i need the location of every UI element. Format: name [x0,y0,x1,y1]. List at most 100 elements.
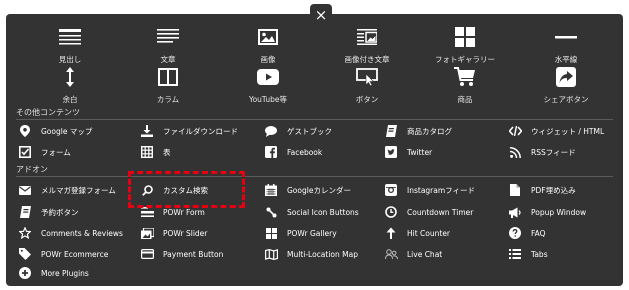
tile-label: 水平線 [554,55,578,64]
item-label: FAQ [531,228,546,238]
item-form[interactable]: フォーム [18,145,71,159]
item-widget-html[interactable]: ウィジェット / HTML [508,124,604,138]
item-powr-ecommerce[interactable]: POWr Ecommerce [18,247,108,261]
item-tabs[interactable]: Tabs [508,247,548,261]
item-label: 商品カタログ [407,126,452,136]
tile-label: ボタン [355,95,379,104]
item-label: カスタム検索 [163,185,208,195]
item-facebook[interactable]: Facebook [264,145,322,159]
gallery-icon [455,26,475,48]
tile-share[interactable]: シェアボタン [516,66,616,106]
item-label: POWr Form [163,207,205,217]
item-popup-window[interactable]: Popup Window [508,205,586,219]
item-pdf-embed[interactable]: PDF埋め込み [508,183,576,197]
item-guestbook[interactable]: ゲストブック [264,124,332,138]
item-payment-button[interactable]: Payment Button [140,247,223,261]
item-countdown-timer[interactable]: Countdown Timer [384,205,473,219]
powr-form-icon [140,206,154,218]
tile-label: カラム [156,95,180,104]
tile-heading[interactable]: 見出し [20,26,120,66]
close-button[interactable]: × [310,4,332,26]
map-pin-icon [18,125,32,137]
item-label: メルマガ登録フォーム [41,185,116,195]
item-live-chat[interactable]: Live Chat [384,247,442,261]
item-label: 表 [163,147,171,157]
item-label: Multi-Location Map [287,249,358,259]
plus-circle-icon [18,267,32,279]
tabs-icon [508,248,522,260]
download-icon [140,125,154,137]
item-label: Googleカレンダー [287,185,351,195]
item-label: ファイルダウンロード [163,126,238,136]
spacer-icon [65,66,75,88]
payment-icon [140,248,154,260]
section-title-addon: アドオン [16,165,48,174]
item-rss[interactable]: RSSフィード [508,145,576,159]
item-label: RSSフィード [531,147,576,157]
tile-image[interactable]: 画像 [218,26,318,66]
table-icon [140,146,154,158]
tile-label: 文章 [160,55,176,64]
catalog-icon [384,125,398,137]
tile-gallery[interactable]: フォトギャラリー [415,26,515,66]
item-more-plugins[interactable]: More Plugins [18,266,89,280]
item-file-download[interactable]: ファイルダウンロード [140,124,238,138]
image-icon [258,26,278,48]
megaphone-icon [508,206,522,218]
tile-text[interactable]: 文章 [118,26,218,66]
item-label: POWr Ecommerce [41,249,109,259]
tile-label: フォトギャラリー [435,55,495,64]
item-label: Google マップ [41,126,93,136]
item-instagram-feed[interactable]: Instagramフィード [384,183,475,197]
item-label: ゲストブック [287,126,332,136]
gallery-grid-icon [264,227,278,239]
tile-button[interactable]: ボタン [317,66,417,106]
item-hit-counter[interactable]: Hit Counter [384,226,450,240]
chat-icon [264,125,278,137]
item-multi-location-map[interactable]: Multi-Location Map [264,247,358,261]
tile-label: YouTube等 [249,95,287,104]
tile-label: 余白 [62,95,78,104]
reserve-icon [18,206,32,218]
tile-spacer[interactable]: 余白 [20,66,120,106]
item-google-calendar[interactable]: Googleカレンダー [264,183,351,197]
item-newsletter-form[interactable]: メルマガ登録フォーム [18,183,116,197]
item-powr-gallery[interactable]: POWr Gallery [264,226,337,240]
item-social-icon-buttons[interactable]: Social Icon Buttons [264,205,359,219]
rss-icon [508,146,522,158]
facebook-icon [264,146,278,158]
item-label: Social Icon Buttons [287,207,359,217]
item-custom-search[interactable]: カスタム検索 [140,183,208,197]
tile-product[interactable]: 商品 [415,66,515,106]
item-product-catalog[interactable]: 商品カタログ [384,124,452,138]
item-faq[interactable]: FAQ [508,226,546,240]
section-title-other: その他コンテンツ [16,108,80,117]
item-powr-form[interactable]: POWr Form [140,205,205,219]
item-label: Popup Window [531,207,587,217]
share-icon [556,66,576,88]
item-label: Twitter [407,147,433,157]
tile-horizontal-line[interactable]: 水平線 [516,26,616,66]
item-label: Payment Button [163,249,224,259]
mail-icon [18,184,32,196]
item-twitter[interactable]: Twitter [384,145,432,159]
form-icon [18,146,32,158]
tile-youtube[interactable]: YouTube等 [218,66,318,106]
tile-label: シェアボタン [543,95,589,104]
code-icon [508,125,522,137]
tile-image-text[interactable]: 画像付き文章 [317,26,417,66]
live-chat-icon [384,248,398,260]
search-icon [140,184,154,196]
item-google-map[interactable]: Google マップ [18,124,92,138]
timer-icon [384,206,398,218]
item-label: 予約ボタン [41,207,79,217]
item-label: PDF埋め込み [531,185,576,195]
tile-label: 商品 [457,95,473,104]
item-table[interactable]: 表 [140,145,171,159]
item-reservation-button[interactable]: 予約ボタン [18,205,79,219]
instagram-icon [384,184,398,196]
tile-column[interactable]: カラム [118,66,218,106]
item-powr-slider[interactable]: POWr Slider [140,226,207,240]
item-comments-reviews[interactable]: Comments & Reviews [18,226,123,240]
twitter-icon [384,146,398,158]
